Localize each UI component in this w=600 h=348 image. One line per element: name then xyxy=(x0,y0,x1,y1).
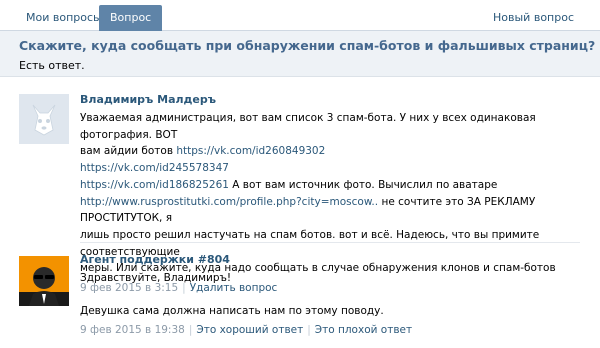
post-author[interactable]: Агент поддержки #804 xyxy=(80,252,590,268)
post-meta: 9 фев 2015 в 19:38 | Это хороший ответ | Это… xyxy=(80,324,413,337)
tab-my-questions[interactable]: Мои вопросы xyxy=(16,5,112,31)
bot-link-1[interactable]: https://vk.com/id260849302 xyxy=(176,145,325,157)
good-answer-link[interactable]: Это хороший ответ xyxy=(196,324,303,336)
post-date[interactable]: 9 фев 2015 в 19:38 xyxy=(80,324,185,336)
question-title: Скажите, куда сообщать при обнаружении с… xyxy=(19,38,596,53)
bot-link-2[interactable]: https://vk.com/id245578347 xyxy=(80,162,229,174)
post-author[interactable]: Владимиръ Малдеръ xyxy=(80,92,590,108)
post-text: Здравствуйте, Владимиръ! Девушка сама до… xyxy=(80,272,384,317)
bad-answer-link[interactable]: Это плохой ответ xyxy=(315,324,412,336)
vk-dog-avatar-icon[interactable] xyxy=(19,94,69,144)
new-question-link[interactable]: Новый вопрос xyxy=(483,5,584,31)
bot-link-3[interactable]: https://vk.com/id186825261 xyxy=(80,179,229,191)
support-agent-avatar-icon[interactable] xyxy=(19,256,69,306)
tab-question[interactable]: Вопрос xyxy=(99,5,163,31)
user-post: Владимиръ Малдеръ Уважаемая администраци… xyxy=(0,90,600,294)
photo-source-link[interactable]: http://www.rusprostitutki.com/profile.ph… xyxy=(80,196,378,208)
question-header: Скажите, куда сообщать при обнаружении с… xyxy=(0,31,600,77)
agent-post: Агент поддержки #804 Здравствуйте, Влади… xyxy=(0,250,600,348)
question-status: Есть ответ. xyxy=(19,59,85,72)
tab-bar: Мои вопросы Вопрос Новый вопрос xyxy=(0,0,600,31)
post-divider xyxy=(80,242,580,243)
